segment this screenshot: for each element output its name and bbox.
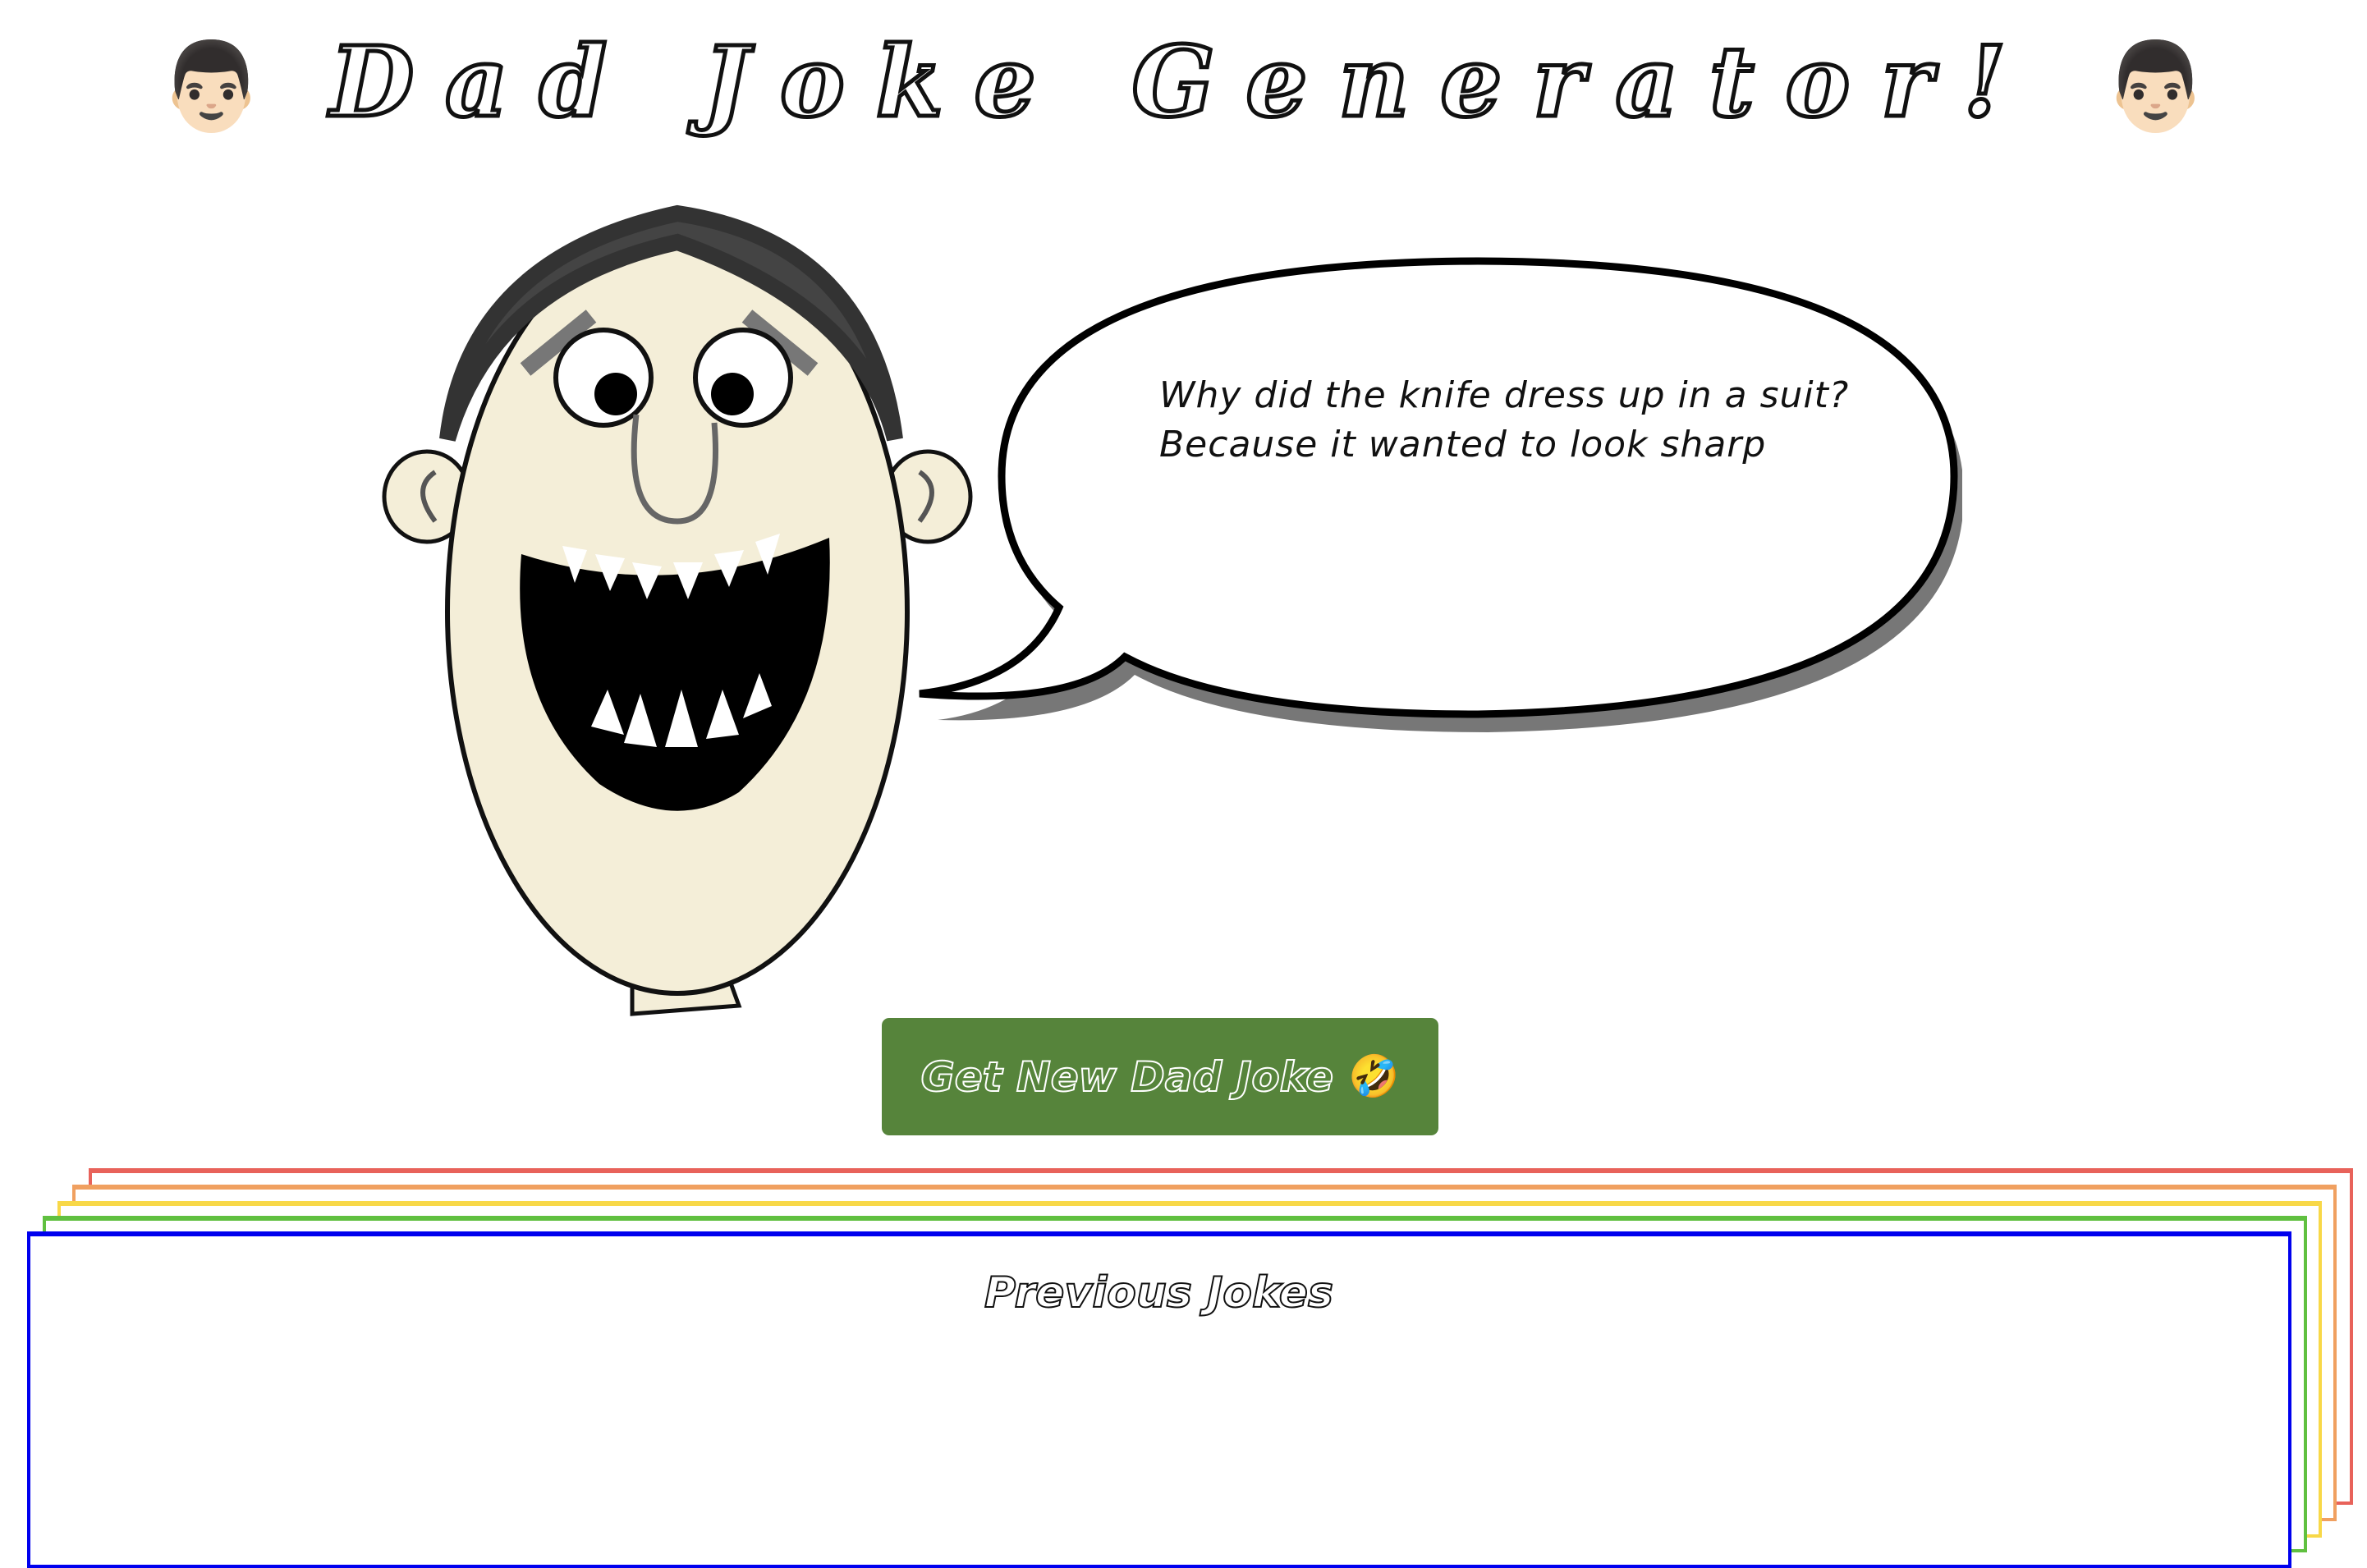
previous-jokes-heading: Previous Jokes <box>984 1268 1334 1318</box>
man-emoji-icon: 👨🏻 <box>2102 34 2210 136</box>
joke-punchline: Because it wanted to look sharp <box>1159 424 1767 465</box>
get-new-joke-button[interactable]: Get New Dad Joke 🤣 <box>882 1018 1438 1135</box>
title-text: Dad Joke Generator! <box>328 23 2038 141</box>
dad-face-illustration <box>382 204 973 1016</box>
button-label: Get New Dad Joke <box>920 1052 1334 1102</box>
man-emoji-icon: 👨🏻 <box>157 34 265 136</box>
joke-setup: Why did the knife dress up in a suit? <box>1159 374 1850 416</box>
rofl-emoji-icon: 🤣 <box>1348 1052 1400 1100</box>
page-title: 👨🏻 Dad Joke Generator! 👨🏻 <box>0 23 2367 141</box>
joke-text: Why did the knife dress up in a suit? Be… <box>1159 371 1849 470</box>
speech-bubble <box>919 257 1962 732</box>
